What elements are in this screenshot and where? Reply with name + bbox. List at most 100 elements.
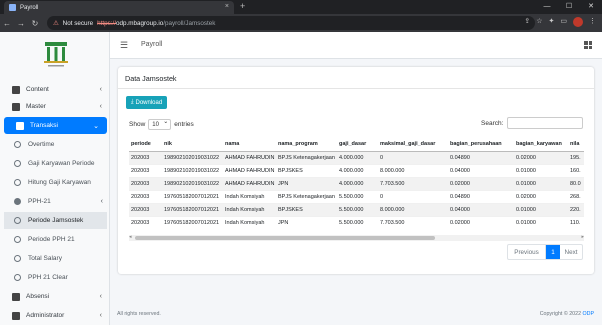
back-icon[interactable]: ←	[0, 19, 14, 28]
table-row: 202003 197605182007012021 Indah Komsiyah BP…	[129, 202, 584, 216]
new-tab-icon[interactable]: +	[240, 1, 245, 11]
search-input[interactable]	[507, 117, 583, 129]
sidebar-subitem-label: Total Salary	[28, 255, 62, 262]
address-toolbar: ← → ↻ ⚠ Not secure https:// odp.mbagroup…	[0, 14, 602, 32]
sidebar-subitem-periode-pph-21[interactable]: Periode PPH 21	[4, 231, 107, 248]
top-navbar: ☰ Payroll	[110, 32, 602, 59]
table-cell: JPN	[276, 215, 337, 229]
sidebar-item-absensi[interactable]: Absensi ‹	[0, 288, 110, 305]
menu-toggle-icon[interactable]: ☰	[120, 40, 128, 51]
column-header[interactable]: nila	[568, 137, 584, 152]
more-menu-icon[interactable]: ⋮	[589, 17, 596, 27]
next-page-button[interactable]: Next	[560, 245, 582, 259]
sidebar-subitem-gaji-karyawan-periode[interactable]: Gaji Karyawan Periode	[4, 155, 107, 172]
table-cell: Indah Komsiyah	[223, 202, 276, 216]
sidebar-item-label: Administrator	[26, 312, 65, 319]
forward-icon[interactable]: →	[14, 19, 28, 28]
sidepanel-icon[interactable]: ▭	[560, 17, 567, 27]
sidebar-item-transaksi[interactable]: Transaksi ⌄	[4, 117, 107, 134]
table-cell: 4.000.000	[337, 163, 378, 177]
favicon-icon	[9, 4, 16, 11]
column-header[interactable]: gaji_dasar	[337, 137, 378, 152]
table-cell: 0.04000	[448, 163, 514, 177]
column-header[interactable]: periode	[129, 137, 162, 152]
sidebar-subitem-pph-21-clear[interactable]: PPH 21 Clear	[4, 269, 107, 286]
table-cell: 198902102019031022	[162, 163, 223, 177]
table-icon	[12, 292, 20, 301]
share-icon[interactable]: ⇪	[524, 17, 530, 27]
window-controls: — ☐ ✕	[536, 0, 602, 14]
pagination: Previous 1 Next	[507, 244, 583, 260]
apps-grid-icon[interactable]	[584, 41, 592, 49]
search-label: Search:	[481, 120, 504, 127]
security-label: Not secure	[62, 19, 94, 27]
file-icon	[12, 102, 20, 111]
table-cell: 0.04890	[448, 189, 514, 203]
close-window-icon[interactable]: ✕	[580, 0, 602, 14]
table-cell: 0.02000	[514, 150, 568, 164]
sidebar-subitem-overtime[interactable]: Overtime	[4, 136, 107, 153]
address-bar[interactable]: ⚠ Not secure https:// odp.mbagroup.io /p…	[47, 16, 535, 30]
table-cell: 160.	[568, 163, 584, 177]
column-header[interactable]: bagian_karyawan	[514, 137, 568, 152]
table-cell: 8.000.000	[378, 202, 448, 216]
sidebar-subitem-label: Gaji Karyawan Periode	[28, 160, 95, 167]
reload-icon[interactable]: ↻	[28, 19, 42, 28]
sidebar-subitem-pph-21[interactable]: PPH-21 ‹	[4, 193, 107, 210]
chevron-down-icon: ⌄	[93, 122, 99, 130]
table-cell: Indah Komsiyah	[223, 189, 276, 203]
minimize-icon[interactable]: —	[536, 0, 558, 14]
scroll-left-icon[interactable]: ◂	[129, 234, 132, 240]
table-row: 202003 197605182007012021 Indah Komsiyah JP…	[129, 215, 584, 229]
previous-page-button[interactable]: Previous	[508, 245, 546, 259]
column-header[interactable]: bagian_perusahaan	[448, 137, 514, 152]
entries-length-control: Show 10 entries	[129, 117, 194, 130]
circle-icon	[14, 160, 21, 167]
table-header-row: periode nik nama nama_program gaji_dasar…	[129, 137, 584, 152]
star-icon[interactable]: ☆	[536, 17, 542, 27]
table-cell: 0.01000	[514, 176, 568, 190]
table-cell: 0.01000	[514, 163, 568, 177]
column-header[interactable]: nama_program	[276, 137, 337, 152]
download-label: Download	[135, 99, 163, 106]
sidebar-item-master[interactable]: Master ‹	[0, 98, 110, 115]
warning-icon: ⚠	[53, 19, 59, 27]
column-header[interactable]: maksimal_gaji_dasar	[378, 137, 448, 152]
table-cell: 8.000.000	[378, 163, 448, 177]
close-tab-icon[interactable]: ×	[225, 3, 229, 10]
sidebar-subitem-total-salary[interactable]: Total Salary	[4, 250, 107, 267]
table-cell: 0.02000	[448, 215, 514, 229]
scrollbar-thumb[interactable]	[135, 236, 435, 240]
scroll-right-icon[interactable]: ▸	[581, 234, 584, 240]
maximize-icon[interactable]: ☐	[558, 0, 580, 14]
table-cell: JPN	[276, 176, 337, 190]
browser-tab[interactable]: Payroll ×	[4, 1, 234, 14]
sidebar-subitem-hitung-gaji-karyawan[interactable]: Hitung Gaji Karyawan	[4, 174, 107, 191]
download-button[interactable]: ⤓ Download	[126, 96, 167, 109]
extensions-icon[interactable]: ✦	[549, 17, 555, 27]
horizontal-scrollbar[interactable]: ◂ ▸	[129, 234, 584, 241]
circle-icon	[14, 217, 21, 224]
chevron-left-icon: ‹	[99, 86, 102, 93]
sidebar-subitem-label: Periode Jamsostek	[28, 217, 84, 224]
table-cell: 0.01000	[514, 215, 568, 229]
sidebar-item-label: Absensi	[26, 293, 50, 300]
page-1-button[interactable]: 1	[546, 245, 560, 259]
table-cell: 198902102019031022	[162, 176, 223, 190]
profile-avatar[interactable]	[573, 17, 583, 27]
circle-icon	[14, 255, 21, 262]
entries-select[interactable]: 10	[148, 117, 172, 130]
column-header[interactable]: nama	[223, 137, 276, 152]
sidebar-item-content[interactable]: Content ‹	[0, 81, 110, 98]
table-cell: 195.	[568, 150, 584, 164]
table-cell: 5.500.000	[337, 215, 378, 229]
footer-brand-link[interactable]: ODP	[583, 311, 594, 317]
table-row: 202003 198902102019031022 AHMAD FAHRUDIN BP…	[129, 150, 584, 164]
table-cell: 202003	[129, 215, 162, 229]
sidebar-subitem-periode-jamsostek[interactable]: Periode Jamsostek	[4, 212, 107, 229]
table-cell: 198902102019031022	[162, 150, 223, 164]
chevron-left-icon: ‹	[99, 312, 102, 319]
column-header[interactable]: nik	[162, 137, 223, 152]
sidebar-item-administrator[interactable]: Administrator ‹	[0, 307, 110, 324]
sidebar-subitem-label: PPH-21	[28, 198, 51, 205]
